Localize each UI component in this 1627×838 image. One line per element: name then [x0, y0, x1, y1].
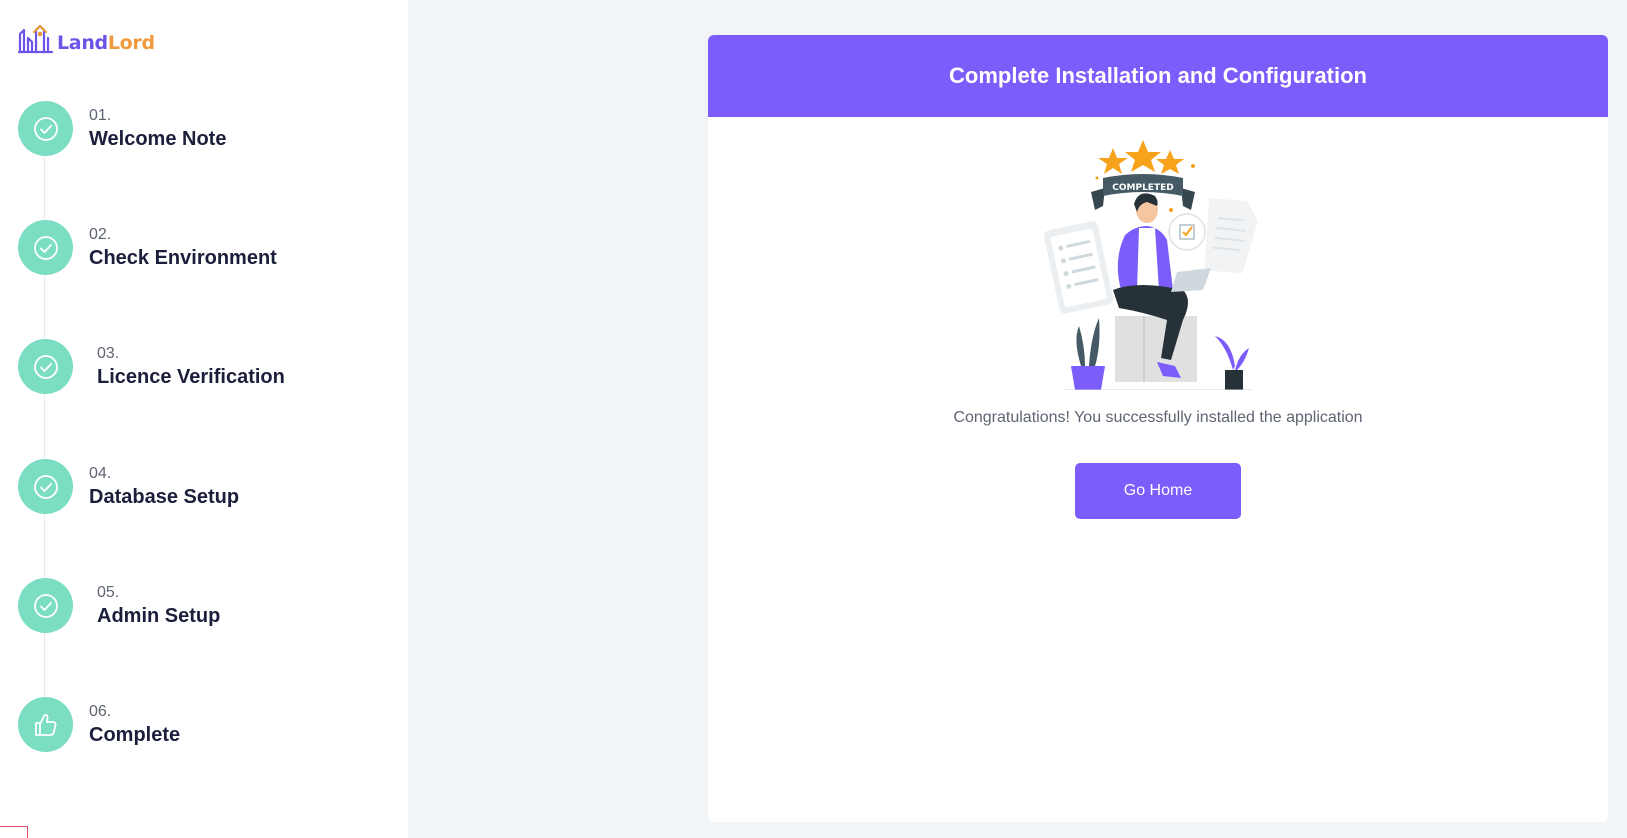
step-title: Welcome Note — [89, 127, 227, 150]
check-icon — [33, 116, 58, 141]
step-status-circle — [18, 578, 73, 633]
logo-text: LandLord — [57, 32, 155, 54]
step-title: Admin Setup — [97, 604, 221, 627]
step-number: 03. — [97, 344, 120, 362]
step-status-circle — [18, 101, 73, 156]
step-admin-setup[interactable]: 05. Admin Setup — [18, 578, 220, 633]
step-title: Database Setup — [89, 485, 240, 508]
check-icon — [33, 354, 58, 379]
step-status-circle — [18, 697, 73, 752]
step-licence-verification[interactable]: 03. Licence Verification — [18, 339, 285, 394]
step-complete[interactable]: 06. Complete — [18, 697, 180, 752]
completion-card: Complete Installation and Configuration … — [708, 35, 1608, 822]
step-database-setup[interactable]: 04. Database Setup — [18, 459, 239, 514]
success-message: Congratulations! You successfully instal… — [953, 409, 1363, 426]
step-number: 06. — [89, 702, 112, 720]
step-title: Licence Verification — [97, 365, 285, 388]
step-status-circle — [18, 339, 73, 394]
corner-widget — [0, 826, 28, 838]
step-check-environment[interactable]: 02. Check Environment — [18, 220, 277, 275]
step-title: Check Environment — [89, 246, 277, 269]
page-title: Complete Installation and Configuration — [949, 63, 1367, 88]
check-icon — [33, 474, 58, 499]
completed-ribbon-text: COMPLETED — [1112, 183, 1173, 193]
step-number: 04. — [89, 464, 112, 482]
logo[interactable]: LandLord — [18, 24, 155, 54]
go-home-button[interactable]: Go Home — [1075, 463, 1241, 519]
thumbs-up-icon — [34, 713, 57, 736]
step-status-circle — [18, 459, 73, 514]
step-welcome-note[interactable]: 01. Welcome Note — [18, 101, 226, 156]
step-number: 05. — [97, 583, 120, 601]
building-logo-icon — [18, 24, 54, 54]
check-icon — [33, 235, 58, 260]
step-number: 01. — [89, 106, 112, 124]
step-status-circle — [18, 220, 73, 275]
step-title: Complete — [89, 723, 181, 746]
step-number: 02. — [89, 225, 112, 243]
completed-illustration: COMPLETED — [1043, 140, 1258, 390]
card-header: Complete Installation and Configuration — [708, 35, 1608, 117]
check-icon — [33, 593, 58, 618]
sidebar: LandLord 01. Welcome Note 02. Check Envi… — [0, 0, 408, 838]
